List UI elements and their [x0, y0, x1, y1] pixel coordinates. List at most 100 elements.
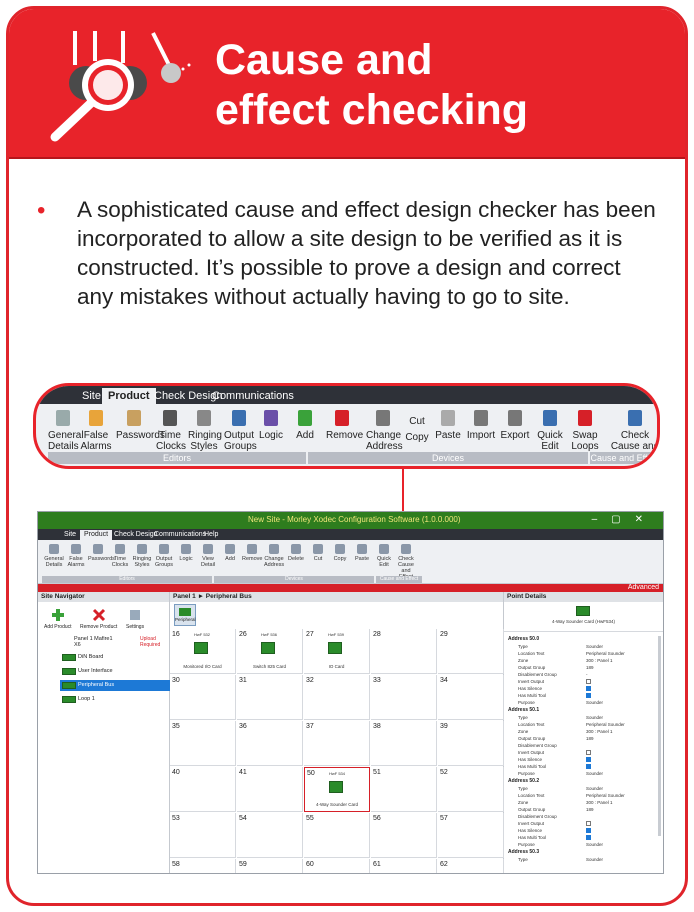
app-ribbon-button-13[interactable]: Copy — [330, 543, 350, 562]
callout-connector — [402, 469, 404, 512]
app-ribbon-button-3[interactable]: Time Clocks — [110, 543, 130, 568]
ribbon-button-16[interactable]: Swap Loops — [570, 408, 600, 452]
address-cell[interactable]: 62 — [438, 859, 504, 873]
app-ribbon-button-16[interactable]: Check Cause and Effect — [396, 543, 416, 580]
checkbox[interactable] — [586, 679, 591, 684]
checkbox[interactable] — [586, 821, 591, 826]
address-cell[interactable]: 39 — [438, 721, 504, 766]
address-cell[interactable]: 30 — [170, 675, 236, 720]
ribbon-button-0[interactable]: General Details — [48, 408, 84, 452]
address-cell[interactable]: 29 — [438, 629, 504, 674]
address-cell[interactable]: 28 — [371, 629, 437, 674]
address-cell[interactable]: 35 — [170, 721, 236, 766]
address-cell[interactable]: 36 — [237, 721, 303, 766]
ribbon-button-5[interactable]: Output Groups — [224, 408, 257, 452]
settings-button[interactable]: Settings — [126, 608, 144, 630]
app-ribbon-button-1[interactable]: False Alarms — [66, 543, 86, 568]
ribbon-button-9[interactable]: Change Address — [366, 408, 403, 452]
ribbon-button-13[interactable]: Import — [466, 408, 496, 441]
checkbox[interactable] — [586, 693, 591, 698]
tab-product[interactable]: Product — [80, 530, 113, 540]
address-cell[interactable]: 32 — [304, 675, 370, 720]
ribbon-button-1[interactable]: False Alarms — [80, 408, 112, 452]
nav-item-user-interface[interactable]: User Interface — [60, 666, 170, 677]
property-section[interactable]: Address 50.1 — [508, 707, 539, 713]
peripheral-bus-button[interactable]: Peripheral — [174, 604, 196, 626]
tab-help[interactable]: Help — [200, 530, 222, 540]
advanced-label[interactable]: Advanced — [628, 584, 659, 592]
address-cell[interactable]: 50 HwF 534 4-Way Sounder Card — [304, 767, 370, 812]
ribbon-button-10[interactable]: Cut — [404, 416, 430, 427]
address-cell[interactable]: 34 — [438, 675, 504, 720]
address-cell[interactable]: 37 — [304, 721, 370, 766]
app-ribbon-button-7[interactable]: View Detail — [198, 543, 218, 568]
property-row: Zone 300 : Panel 1 — [518, 800, 613, 805]
address-cell[interactable]: 16 HwF 532 Monitored I/O Card — [170, 629, 236, 674]
ribbon-button-12[interactable]: Paste — [434, 408, 462, 441]
details-scrollbar[interactable] — [658, 636, 661, 836]
ribbon-button-2[interactable]: Passwords — [116, 408, 165, 441]
app-ribbon-button-8[interactable]: Add — [220, 543, 240, 562]
app-ribbon-button-4[interactable]: Ringing Styles — [132, 543, 152, 568]
address-cell[interactable]: 52 — [438, 767, 504, 812]
address-cell[interactable]: 51 — [371, 767, 437, 812]
address-cell[interactable]: 40 — [170, 767, 236, 812]
ribbon-button-3[interactable]: Time Clocks — [156, 408, 186, 452]
nav-item-loop-1[interactable]: Loop 1 — [60, 694, 170, 705]
nav-item-din-board[interactable]: DiN Board — [60, 652, 170, 663]
address-cell[interactable]: 38 — [371, 721, 437, 766]
address-cell[interactable]: 60 — [304, 859, 370, 873]
nav-item-peripheral-bus[interactable]: Peripheral Bus — [60, 680, 170, 691]
address-cell[interactable]: 57 — [438, 813, 504, 858]
ribbon-button-15[interactable]: Quick Edit — [536, 408, 564, 452]
app-ribbon-button-14[interactable]: Paste — [352, 543, 372, 562]
address-cell[interactable]: 55 — [304, 813, 370, 858]
tab-communications[interactable]: Communications — [206, 388, 300, 404]
window-controls[interactable]: –▢✕ — [592, 514, 657, 525]
address-cell[interactable]: 56 — [371, 813, 437, 858]
app-ribbon: General Details False Alarms Passwords Time… — [38, 540, 663, 584]
ribbon-button-11[interactable]: Copy — [402, 432, 432, 443]
add-product-button[interactable]: Add Product — [44, 608, 72, 630]
app-ribbon-button-0[interactable]: General Details — [44, 543, 64, 568]
address-cell[interactable]: 59 — [237, 859, 303, 873]
ribbon-icon — [356, 543, 368, 555]
app-ribbon-button-5[interactable]: Output Groups — [154, 543, 174, 568]
app-ribbon-button-11[interactable]: Delete — [286, 543, 306, 562]
address-cell[interactable]: 26 HwF 536 Switch 825 Card — [237, 629, 303, 674]
address-cell[interactable]: 53 — [170, 813, 236, 858]
ribbon-icon — [334, 543, 346, 555]
checkbox[interactable] — [586, 828, 591, 833]
ribbon-button-6[interactable]: Logic — [258, 408, 284, 441]
checkbox[interactable] — [586, 750, 591, 755]
remove-product-button[interactable]: Remove Product — [80, 608, 117, 630]
address-cell[interactable]: 41 — [237, 767, 303, 812]
property-section[interactable]: Address 50.2 — [508, 778, 539, 784]
checkbox[interactable] — [586, 764, 591, 769]
ribbon-button-14[interactable]: Export — [500, 408, 530, 441]
app-ribbon-button-12[interactable]: Cut — [308, 543, 328, 562]
address-cell[interactable]: 54 — [237, 813, 303, 858]
ribbon-button-4[interactable]: Ringing Styles — [188, 408, 222, 452]
app-ribbon-button-9[interactable]: Remove — [242, 543, 262, 562]
app-ribbon-button-6[interactable]: Logic — [176, 543, 196, 562]
check-effect-icon — [624, 408, 646, 428]
tab-site[interactable]: Site — [60, 530, 80, 540]
address-cell[interactable]: 27 HwF 539 IO Card — [304, 629, 370, 674]
ribbon-button-7[interactable]: Add — [292, 408, 318, 441]
checkbox[interactable] — [586, 835, 591, 840]
address-cell[interactable]: 33 — [371, 675, 437, 720]
checkbox[interactable] — [586, 686, 591, 691]
app-ribbon-button-10[interactable]: Change Address — [264, 543, 284, 568]
app-ribbon-button-15[interactable]: Quick Edit — [374, 543, 394, 568]
ribbon-button-8[interactable]: Remove — [326, 408, 363, 441]
checkbox[interactable] — [586, 757, 591, 762]
address-cell[interactable]: 61 — [371, 859, 437, 873]
address-cell[interactable]: 31 — [237, 675, 303, 720]
app-ribbon-button-2[interactable]: Passwords — [88, 543, 115, 562]
point-details: Point Details 4-Way Sounder Card (HwF534… — [504, 592, 663, 873]
panel-node[interactable]: Panel 1 Mafire1 X6 — [44, 636, 114, 648]
property-section[interactable]: Address 50.0 — [508, 636, 539, 642]
property-section[interactable]: Address 50.3 — [508, 849, 539, 855]
address-cell[interactable]: 58 — [170, 859, 236, 873]
